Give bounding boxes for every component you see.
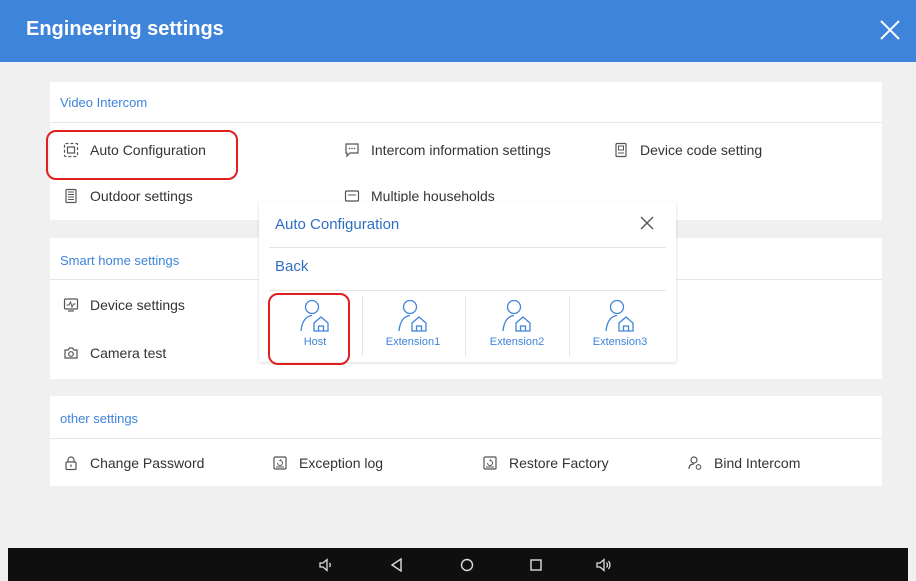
exception-log-item[interactable]: Exception log (271, 454, 383, 472)
item-label: Outdoor settings (90, 188, 193, 204)
option-extension2[interactable]: Extension2 (469, 296, 565, 356)
recents-icon[interactable] (527, 556, 545, 574)
device-monitor-icon (62, 296, 80, 314)
device-code-setting-item[interactable]: Device code setting (612, 141, 762, 159)
auto-configuration-highlight (46, 130, 238, 180)
item-label: Exception log (299, 455, 384, 471)
divider (50, 122, 882, 123)
volume-up-icon[interactable] (595, 556, 613, 574)
video-intercom-header: Video Intercom (60, 95, 148, 110)
camera-icon (62, 344, 80, 362)
divider (50, 438, 882, 439)
device-settings-item[interactable]: Device settings (62, 296, 185, 314)
lock-icon (62, 454, 80, 472)
option-extension1[interactable]: Extension1 (365, 296, 461, 356)
bind-user-icon (686, 454, 704, 472)
item-label: Device settings (90, 297, 185, 313)
page-title: Engineering settings (26, 18, 224, 40)
divider (465, 296, 466, 356)
other-settings-header: other settings (60, 411, 139, 426)
item-label: Bind Intercom (714, 455, 801, 471)
item-label: Intercom information settings (371, 142, 551, 158)
option-label: Extension1 (385, 336, 441, 348)
outdoor-panel-icon (62, 187, 80, 205)
close-icon[interactable] (638, 214, 656, 232)
back-icon[interactable] (388, 556, 406, 574)
user-home-icon (502, 299, 531, 332)
restore-icon (481, 454, 499, 472)
back-button[interactable]: Back (275, 258, 308, 275)
divider (269, 290, 666, 291)
smart-home-header: Smart home settings (60, 253, 180, 268)
home-icon[interactable] (458, 556, 476, 574)
device-code-icon (612, 141, 630, 159)
outdoor-settings-item[interactable]: Outdoor settings (62, 187, 193, 205)
user-home-icon (605, 299, 634, 332)
option-extension3[interactable]: Extension3 (572, 296, 668, 356)
volume-down-icon[interactable] (318, 556, 336, 574)
divider (269, 247, 666, 248)
item-label: Device code setting (640, 142, 763, 158)
log-icon (271, 454, 289, 472)
host-highlight (268, 293, 350, 365)
change-password-item[interactable]: Change Password (62, 454, 204, 472)
item-label: Change Password (90, 455, 205, 471)
divider (569, 296, 570, 356)
bind-intercom-item[interactable]: Bind Intercom (686, 454, 800, 472)
dialog-title: Auto Configuration (275, 216, 400, 233)
item-label: Restore Factory (509, 455, 609, 471)
system-nav-bar (8, 548, 908, 581)
item-label: Camera test (90, 345, 167, 361)
camera-test-item[interactable]: Camera test (62, 344, 166, 362)
divider (362, 296, 363, 356)
close-icon[interactable] (872, 12, 908, 48)
restore-factory-item[interactable]: Restore Factory (481, 454, 609, 472)
message-icon (343, 141, 361, 159)
user-home-icon (398, 299, 427, 332)
intercom-information-settings-item[interactable]: Intercom information settings (343, 141, 551, 159)
option-label: Extension3 (592, 336, 648, 348)
title-bar: Engineering settings (0, 0, 916, 62)
option-label: Extension2 (489, 336, 545, 348)
other-settings-card: other settings Change Password Exception… (50, 396, 882, 486)
